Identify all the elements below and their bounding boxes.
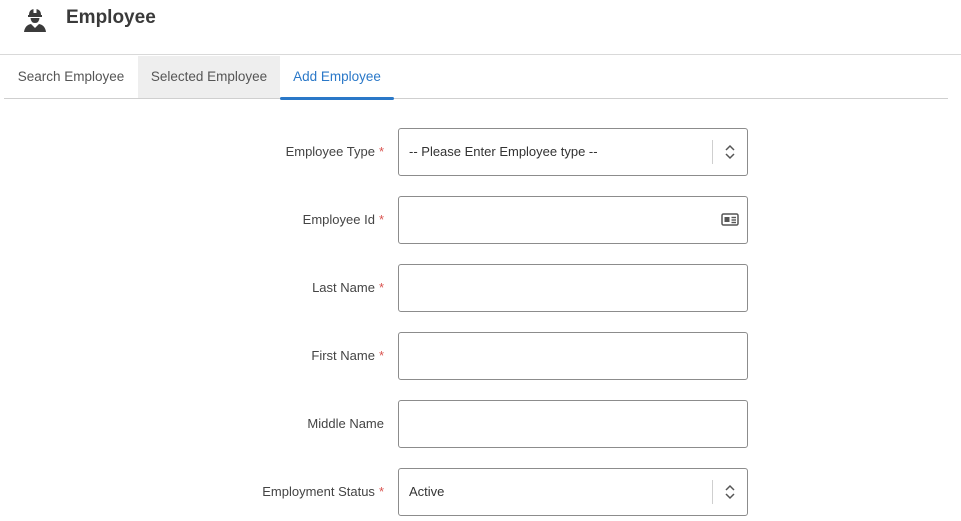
required-marker: * [378, 144, 384, 159]
middle-name-field [398, 400, 748, 448]
id-card-icon [721, 213, 739, 226]
tab-search-employee[interactable]: Search Employee [4, 56, 138, 98]
employee-type-select[interactable]: -- Please Enter Employee type -- [398, 128, 748, 176]
chevron-updown-icon [725, 144, 735, 160]
form-row-employment-status: Employment Status * Active [0, 468, 961, 516]
employee-id-input[interactable] [409, 198, 713, 244]
employment-status-value: Active [409, 484, 445, 499]
form-row-middle-name: Middle Name [0, 400, 961, 448]
chevron-updown-icon [725, 484, 735, 500]
form-row-employee-id: Employee Id * [0, 196, 961, 244]
select-divider [712, 140, 713, 164]
last-name-input[interactable] [409, 266, 713, 312]
last-name-label: Last Name * [312, 280, 384, 295]
required-marker: * [378, 348, 384, 363]
form-row-employee-type: Employee Type * -- Please Enter Employee … [0, 128, 961, 176]
employee-id-label: Employee Id * [302, 212, 384, 227]
worker-icon [24, 8, 46, 32]
tab-bar: Search Employee Selected Employee Add Em… [4, 56, 948, 100]
tab-selected-employee[interactable]: Selected Employee [138, 56, 280, 98]
first-name-field [398, 332, 748, 380]
employment-status-label: Employment Status * [262, 484, 384, 499]
tab-add-employee[interactable]: Add Employee [280, 56, 394, 100]
first-name-label: First Name * [311, 348, 384, 363]
employment-status-select[interactable]: Active [398, 468, 748, 516]
required-marker: * [378, 484, 384, 499]
employee-type-value: -- Please Enter Employee type -- [409, 144, 598, 159]
page-header: Employee [0, 0, 961, 55]
form-row-last-name: Last Name * [0, 264, 961, 312]
form-row-first-name: First Name * [0, 332, 961, 380]
first-name-input[interactable] [409, 334, 713, 380]
employee-id-field [398, 196, 748, 244]
last-name-field [398, 264, 748, 312]
page-title: Employee [66, 7, 156, 28]
required-marker: * [378, 280, 384, 295]
required-marker: * [378, 212, 384, 227]
middle-name-input[interactable] [409, 402, 713, 448]
select-divider [712, 480, 713, 504]
middle-name-label: Middle Name [307, 416, 384, 431]
employee-type-label: Employee Type * [285, 144, 384, 159]
